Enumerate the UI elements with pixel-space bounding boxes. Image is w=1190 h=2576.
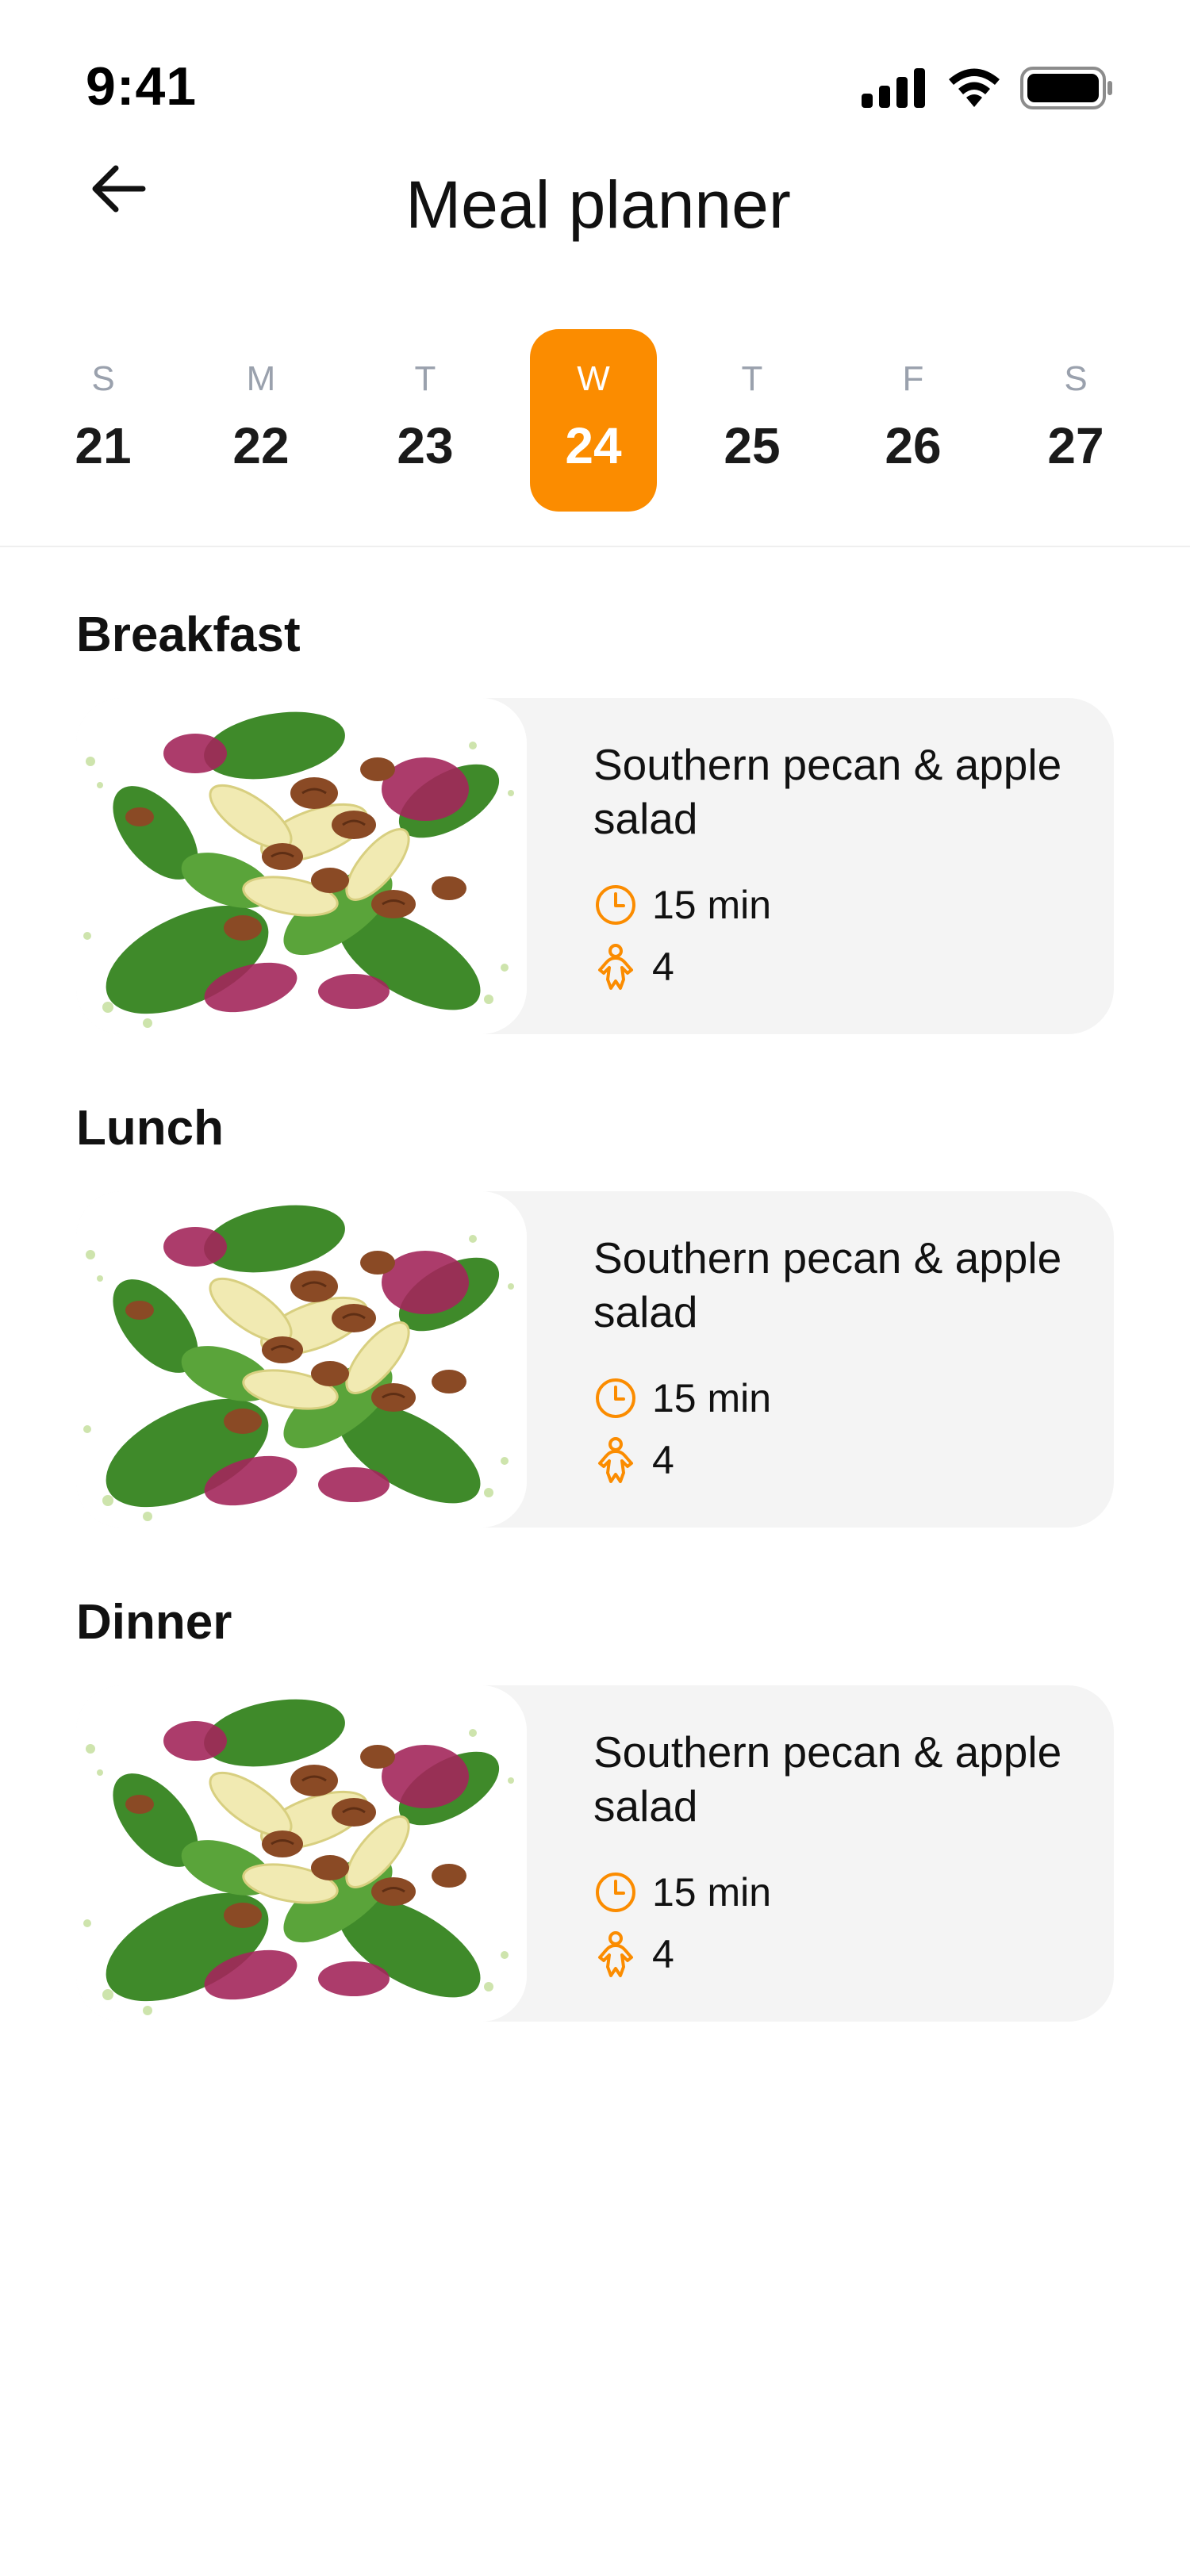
prep-time-value: 15 min: [652, 883, 772, 927]
person-icon: [593, 944, 638, 990]
clock-icon: [593, 1376, 638, 1420]
day-letter: T: [741, 359, 763, 398]
day-number: 21: [75, 417, 132, 474]
day-tuesday-23[interactable]: T 23: [362, 329, 489, 512]
clock-icon: [593, 1870, 638, 1915]
servings-value: 4: [652, 1932, 674, 1976]
section-title-dinner: Dinner: [76, 1595, 232, 1650]
section-title-lunch: Lunch: [76, 1101, 224, 1156]
day-letter: M: [246, 359, 276, 398]
day-sunday-21[interactable]: S 21: [40, 329, 167, 512]
meal-image: [76, 1191, 527, 1528]
day-letter: S: [91, 359, 115, 398]
day-number: 24: [565, 417, 622, 474]
meal-name: Southern pecan & apple salad: [593, 740, 1062, 843]
day-number: 22: [232, 417, 290, 474]
day-number: 27: [1047, 417, 1104, 474]
day-saturday-27[interactable]: S 27: [1012, 329, 1139, 512]
servings: 4: [593, 1437, 674, 1483]
wifi-icon: [946, 67, 1003, 109]
servings: 4: [593, 944, 674, 990]
day-number: 25: [724, 417, 781, 474]
person-icon: [593, 1931, 638, 1977]
battery-icon: [1020, 67, 1114, 109]
page-title: Meal planner: [405, 167, 791, 242]
meal-image: [76, 698, 527, 1034]
prep-time: 15 min: [593, 882, 771, 928]
prep-time-value: 15 min: [652, 1376, 772, 1420]
person-icon: [593, 1437, 638, 1483]
signal-icon: [862, 68, 928, 108]
servings: 4: [593, 1931, 674, 1977]
clock-icon: [593, 883, 638, 927]
prep-time-value: 15 min: [652, 1870, 772, 1915]
servings-value: 4: [652, 1438, 674, 1482]
meal-name: Southern pecan & apple salad: [593, 1233, 1062, 1336]
day-wednesday-24-selected[interactable]: W 24: [530, 329, 657, 512]
status-bar: 9:41: [0, 0, 1190, 159]
status-time: 9:41: [86, 56, 198, 117]
day-monday-22[interactable]: M 22: [198, 329, 324, 512]
divider: [0, 546, 1190, 547]
day-letter: S: [1064, 359, 1088, 398]
status-icons: [862, 67, 1114, 109]
prep-time: 15 min: [593, 1869, 771, 1915]
section-title-breakfast: Breakfast: [76, 608, 301, 662]
prep-time: 15 min: [593, 1375, 771, 1421]
day-letter: F: [902, 359, 924, 398]
day-number: 26: [885, 417, 942, 474]
week-day-selector: S 21 M 22 T 23 W 24 T 25 F 26 S 27: [0, 329, 1190, 512]
meal-card[interactable]: Southern pecan & apple salad 15 min 4: [76, 1685, 1114, 2022]
meal-card[interactable]: Southern pecan & apple salad 15 min 4: [76, 698, 1114, 1034]
day-letter: W: [577, 359, 610, 398]
meal-card[interactable]: Southern pecan & apple salad 15 min 4: [76, 1191, 1114, 1528]
meal-name: Southern pecan & apple salad: [593, 1727, 1062, 1830]
day-letter: T: [414, 359, 436, 398]
day-thursday-25[interactable]: T 25: [689, 329, 816, 512]
meal-image: [76, 1685, 527, 2022]
servings-value: 4: [652, 945, 674, 989]
day-number: 23: [397, 417, 454, 474]
day-friday-26[interactable]: F 26: [850, 329, 977, 512]
